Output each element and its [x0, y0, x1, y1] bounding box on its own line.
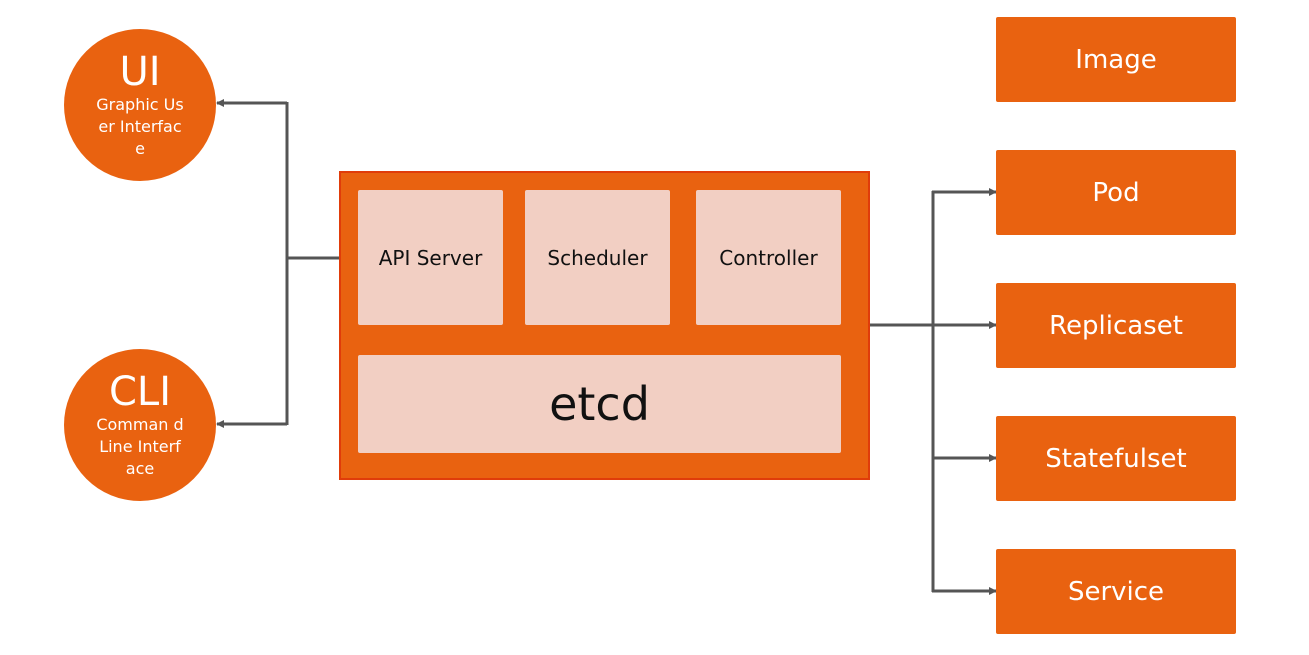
- resource-statefulset: Statefulset: [996, 416, 1236, 501]
- cli-client: CLI Comman d Line Interface: [64, 349, 216, 501]
- resource-image: Image: [996, 17, 1236, 102]
- ui-subtitle: Graphic User Interface: [96, 95, 184, 158]
- resource-pod: Pod: [996, 150, 1236, 235]
- cli-subtitle: Comman d Line Interface: [96, 415, 184, 478]
- scheduler: Scheduler: [525, 190, 670, 325]
- cli-title: CLI: [108, 369, 171, 415]
- controller: Controller: [696, 190, 841, 325]
- ui-client: UI Graphic User Interface: [64, 29, 216, 181]
- api-server: API Server: [358, 190, 503, 325]
- resource-replicaset: Replicaset: [996, 283, 1236, 368]
- ui-title: UI: [119, 49, 161, 95]
- etcd: etcd: [358, 355, 841, 453]
- resource-service: Service: [996, 549, 1236, 634]
